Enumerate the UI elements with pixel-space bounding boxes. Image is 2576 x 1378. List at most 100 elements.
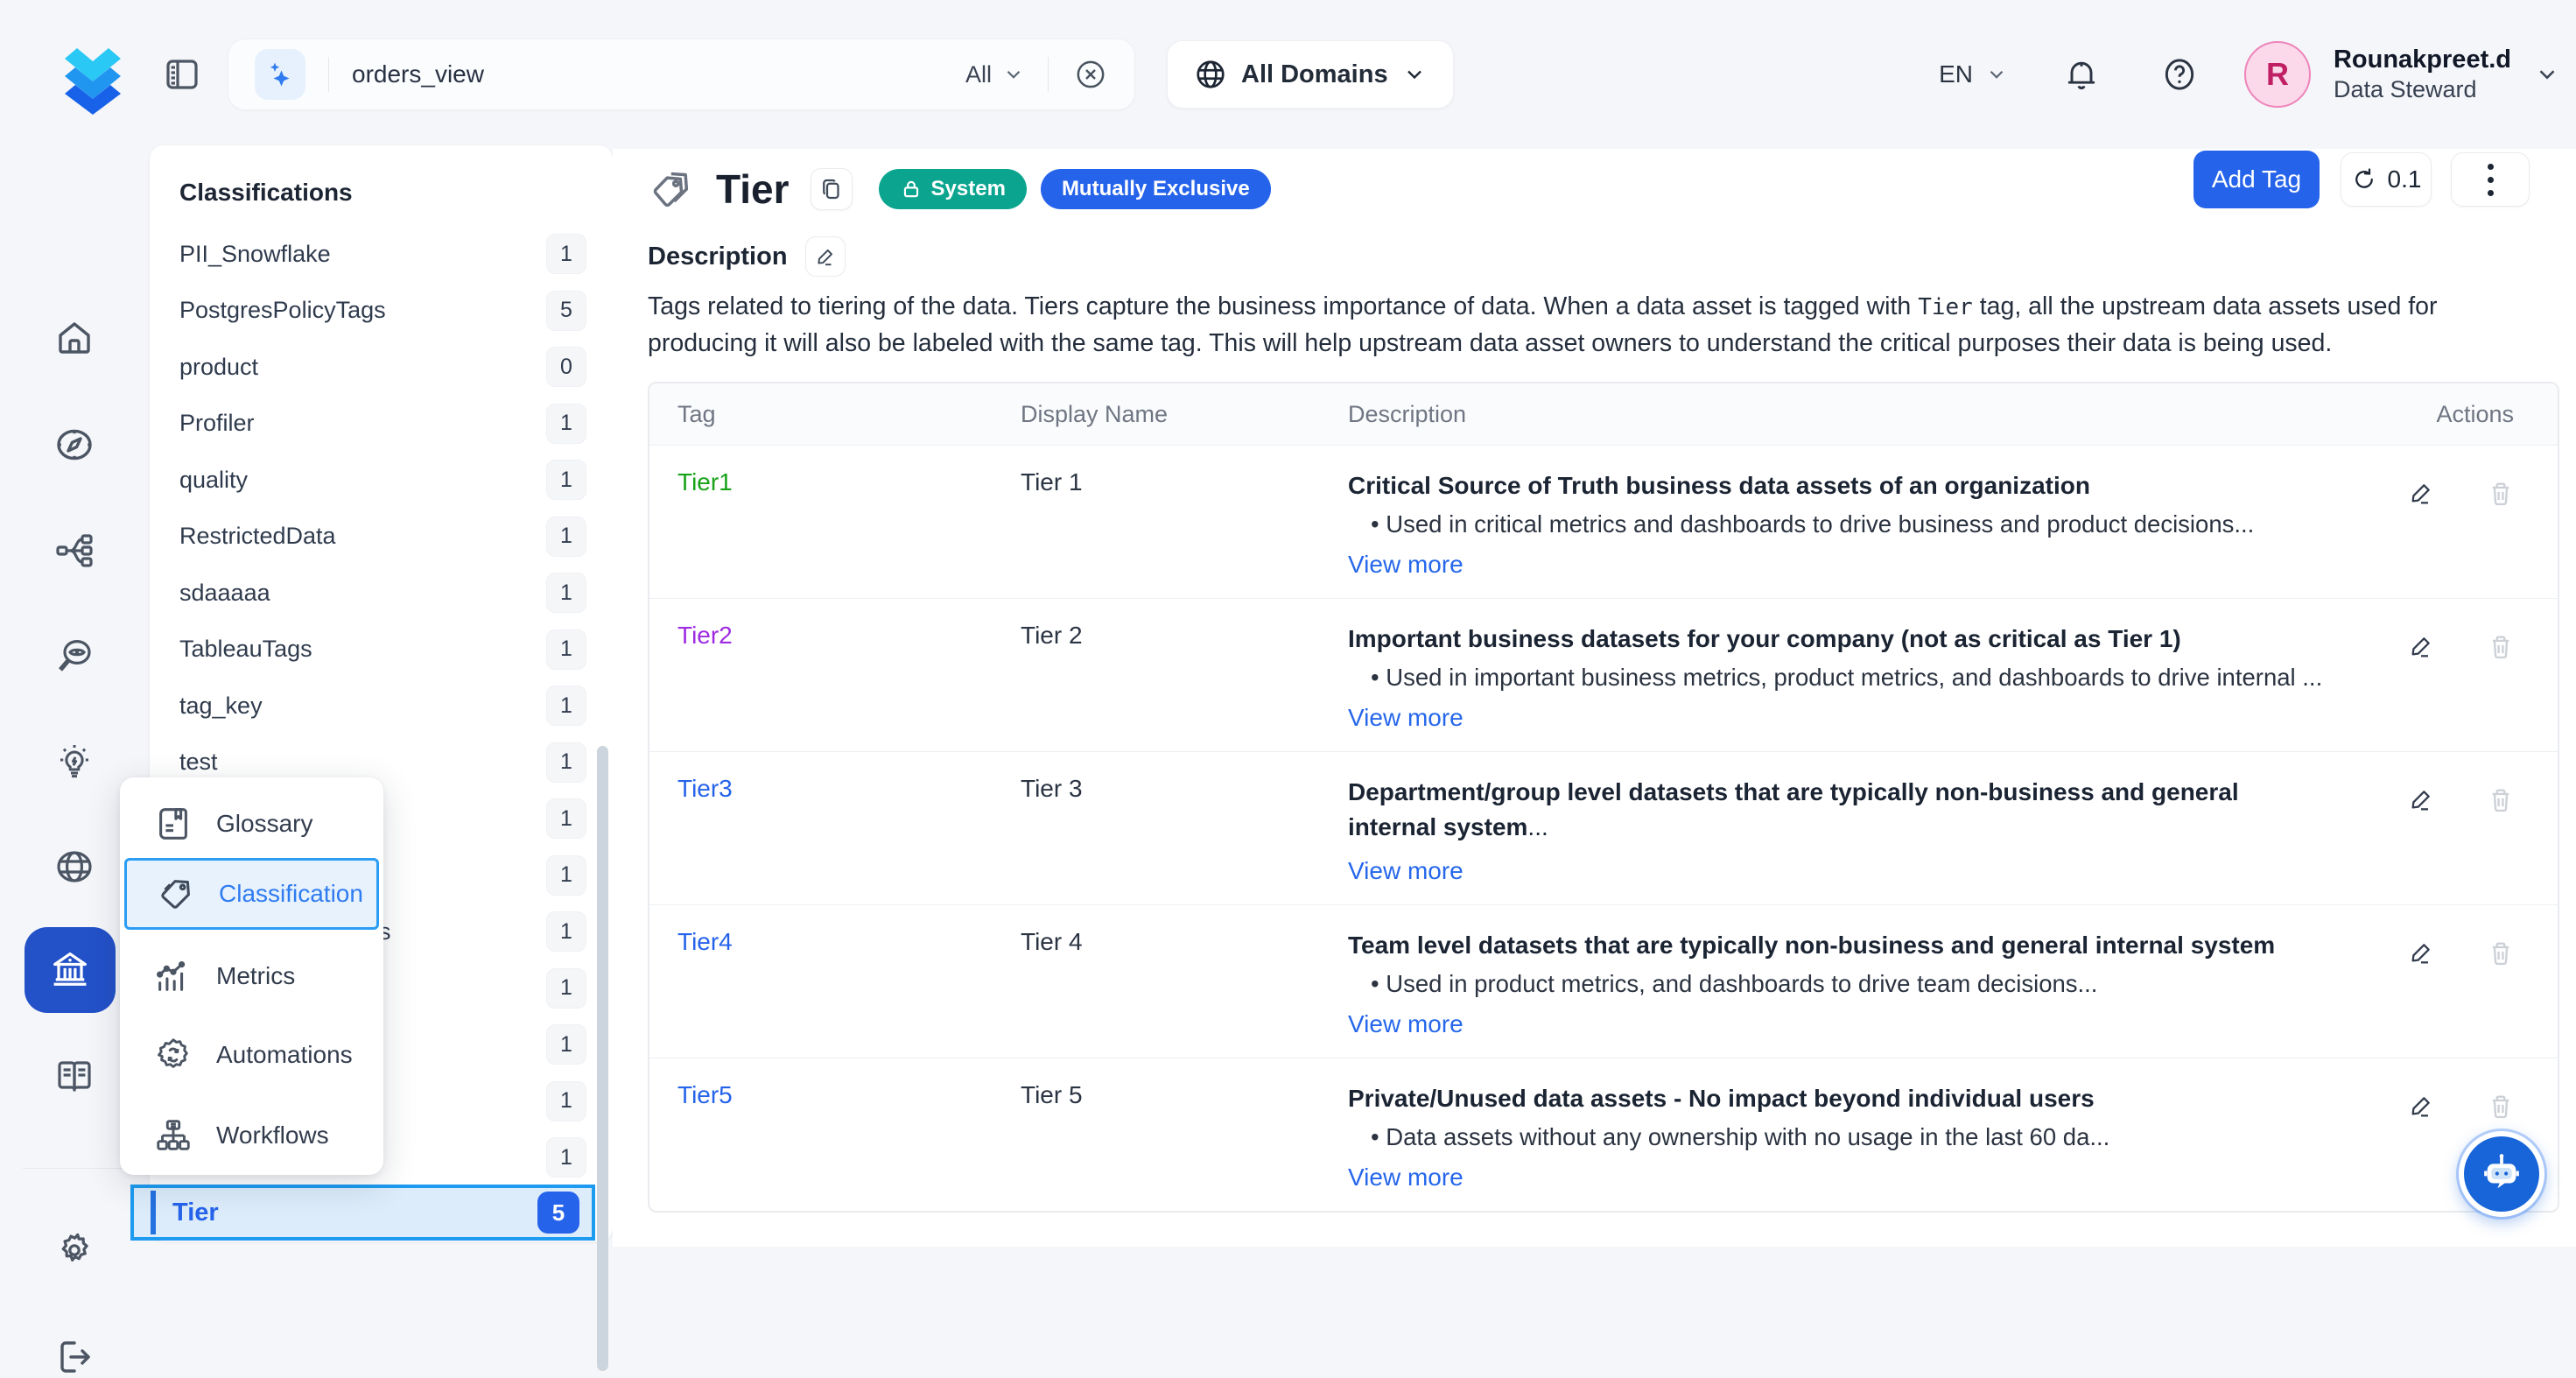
menu-item-metrics[interactable]: Metrics	[120, 940, 383, 1012]
classification-item[interactable]: tag_key1	[150, 678, 613, 735]
main-content: Tier System Mutually Exclusive Add Tag 0…	[613, 149, 2576, 1247]
workflows-icon	[153, 1115, 193, 1156]
table-row-tier1: Tier1 Tier 1 Critical Source of Truth bu…	[649, 445, 2558, 598]
classifications-title: Classifications	[179, 179, 353, 207]
refresh-icon	[2351, 166, 2377, 193]
edit-icon[interactable]	[2407, 785, 2435, 813]
rail-divider	[23, 1168, 124, 1169]
help-icon[interactable]	[2160, 55, 2199, 94]
kebab-menu-button[interactable]	[2451, 152, 2530, 207]
edit-icon[interactable]	[2407, 939, 2435, 967]
language-selector[interactable]: EN	[1939, 60, 2008, 88]
tag-link[interactable]: Tier3	[649, 775, 993, 885]
chevron-down-icon	[1002, 63, 1025, 86]
page-header: Tier System Mutually Exclusive	[648, 165, 1271, 214]
classification-item[interactable]: TableauTags1	[150, 622, 613, 678]
insights-bulb-icon[interactable]	[53, 741, 95, 783]
tag-link[interactable]: Tier5	[649, 1081, 993, 1192]
edit-description-icon[interactable]	[805, 236, 846, 277]
tags-icon	[156, 874, 196, 914]
home-icon[interactable]	[53, 317, 95, 359]
count-badge: 1	[546, 1081, 586, 1121]
discover-compass-icon[interactable]	[53, 424, 95, 466]
table-row-tier2: Tier2 Tier 2 Important business datasets…	[649, 598, 2558, 751]
reporting-book-icon[interactable]	[53, 1056, 95, 1098]
view-more-link[interactable]: View more	[1348, 1164, 2342, 1192]
version-button[interactable]: 0.1	[2341, 152, 2432, 207]
search-input[interactable]: orders_view	[352, 60, 965, 88]
count-badge: 1	[546, 1024, 586, 1065]
chatbot-button[interactable]	[2459, 1131, 2544, 1217]
delete-icon[interactable]	[2486, 785, 2516, 815]
search-scope-dropdown[interactable]: All	[965, 61, 1025, 88]
lineage-icon[interactable]	[53, 530, 95, 572]
version-value: 0.1	[2388, 165, 2422, 193]
table-header: Tag Display Name Description Actions	[649, 383, 2558, 445]
count-badge: 5	[546, 291, 586, 331]
classification-item[interactable]: PostgresPolicyTags5	[150, 283, 613, 340]
description-row: Description	[648, 236, 846, 277]
classification-item[interactable]: sdaaaaa1	[150, 565, 613, 622]
classification-item[interactable]: PII_Snowflake1	[150, 226, 613, 283]
delete-icon[interactable]	[2486, 632, 2516, 662]
count-badge: 1	[546, 517, 586, 557]
avatar-initial: R	[2266, 56, 2289, 93]
edit-icon[interactable]	[2407, 1092, 2435, 1120]
view-more-link[interactable]: View more	[1348, 551, 2342, 579]
observability-search-eye-icon[interactable]	[53, 634, 95, 676]
system-badge: System	[879, 169, 1027, 209]
edit-icon[interactable]	[2407, 479, 2435, 507]
clear-search-icon[interactable]	[1073, 57, 1108, 92]
chevron-down-icon	[1402, 62, 1427, 87]
count-badge: 0	[546, 347, 586, 387]
copy-icon[interactable]	[811, 168, 853, 210]
notifications-bell-icon[interactable]	[2062, 55, 2101, 94]
classification-item-tier-selected[interactable]: Tier 5	[130, 1185, 595, 1241]
sidebar-toggle-icon[interactable]	[161, 53, 203, 95]
classification-item[interactable]: Profiler1	[150, 396, 613, 453]
page-title: Tier	[716, 165, 790, 213]
view-more-link[interactable]: View more	[1348, 857, 2342, 885]
scrollbar-thumb[interactable]	[597, 746, 608, 1371]
menu-item-automations[interactable]: Automations	[120, 1019, 383, 1091]
add-tag-button[interactable]: Add Tag	[2193, 151, 2320, 208]
ai-sparkle-icon[interactable]	[255, 49, 305, 100]
view-more-link[interactable]: View more	[1348, 1010, 2342, 1038]
app-root: orders_view All All Domains EN	[0, 0, 2576, 1247]
mutually-exclusive-badge: Mutually Exclusive	[1041, 169, 1271, 209]
user-menu[interactable]: Rounakpreet.d Data Steward	[2334, 44, 2511, 105]
delete-icon[interactable]	[2486, 939, 2516, 968]
menu-item-glossary[interactable]: Glossary	[120, 788, 383, 860]
topbar: orders_view All All Domains EN	[0, 0, 2576, 149]
user-avatar[interactable]: R	[2244, 41, 2311, 108]
domains-dropdown[interactable]: All Domains	[1167, 40, 1454, 109]
classification-item[interactable]: RestrictedData1	[150, 509, 613, 566]
user-role: Data Steward	[2334, 75, 2511, 105]
classification-item[interactable]: quality1	[150, 452, 613, 509]
col-header-display-name: Display Name	[993, 401, 1320, 428]
global-search-bar[interactable]: orders_view All	[228, 39, 1135, 110]
inline-code: Tier	[1918, 294, 1973, 320]
count-badge: 1	[546, 460, 586, 500]
view-more-link[interactable]: View more	[1348, 704, 2342, 732]
tag-link[interactable]: Tier4	[649, 928, 993, 1038]
governance-popup-menu: Glossary Classification Metrics Automati…	[120, 777, 383, 1175]
logout-icon[interactable]	[53, 1336, 95, 1378]
count-badge: 1	[546, 573, 586, 613]
col-header-tag: Tag	[649, 401, 993, 428]
menu-item-workflows[interactable]: Workflows	[120, 1100, 383, 1171]
settings-gear-icon[interactable]	[53, 1229, 95, 1271]
tag-link[interactable]: Tier2	[649, 622, 993, 732]
classification-item[interactable]: product0	[150, 339, 613, 396]
menu-item-classification[interactable]: Classification	[124, 858, 379, 930]
edit-icon[interactable]	[2407, 632, 2435, 660]
tag-link[interactable]: Tier1	[649, 468, 993, 579]
delete-icon[interactable]	[2486, 1092, 2516, 1121]
governance-nav-active[interactable]	[25, 927, 116, 1013]
delete-icon[interactable]	[2486, 479, 2516, 509]
metrics-icon	[153, 956, 193, 996]
network-globe-icon[interactable]	[53, 846, 95, 888]
selected-accent-bar	[151, 1191, 156, 1234]
count-badge: 1	[546, 798, 586, 839]
chevron-down-icon[interactable]	[2534, 61, 2560, 88]
